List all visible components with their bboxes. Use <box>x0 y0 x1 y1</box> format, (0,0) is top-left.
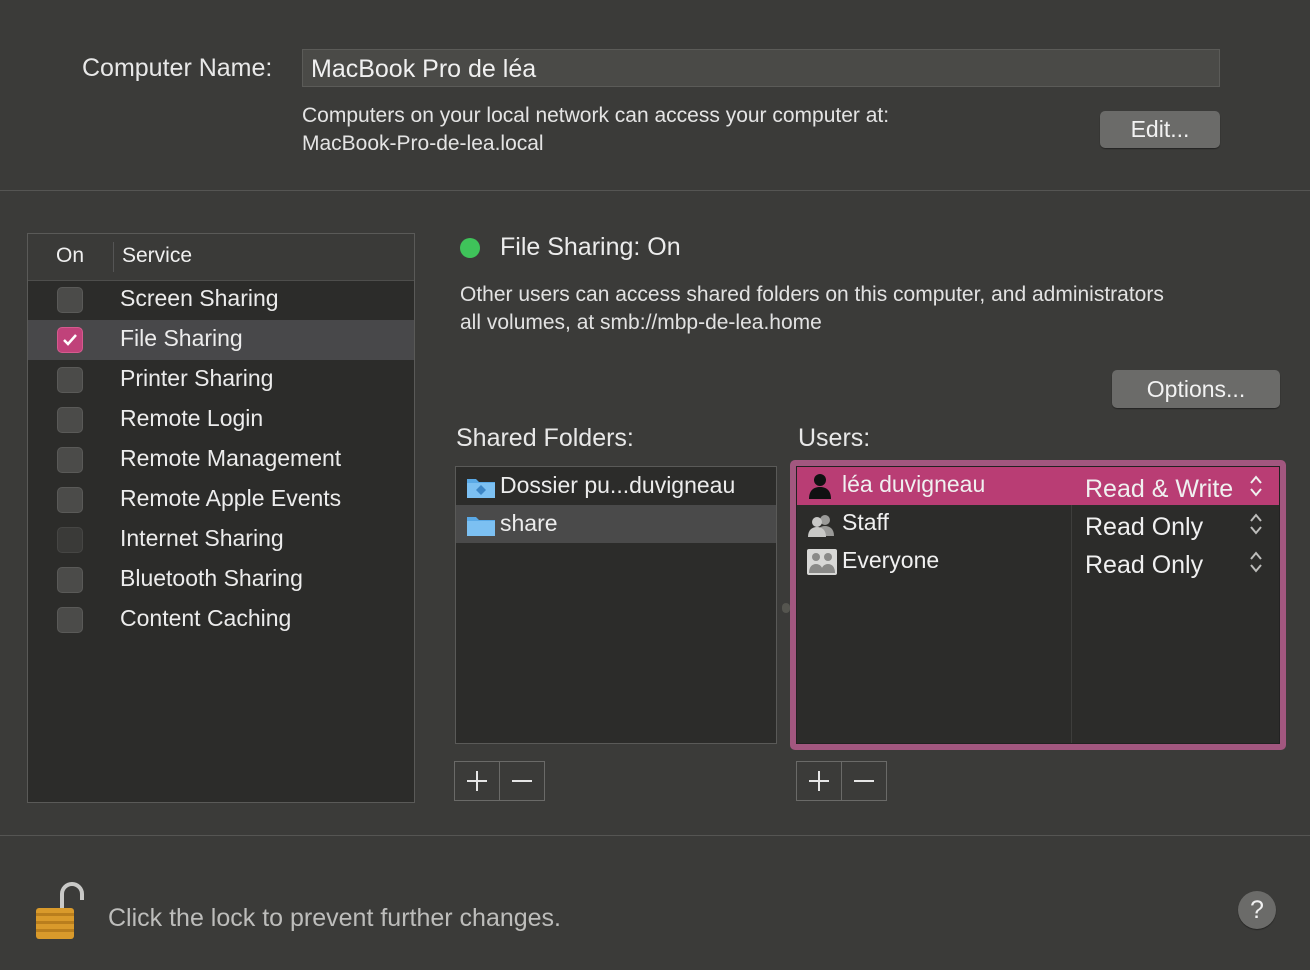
computer-name-field[interactable]: MacBook Pro de léa <box>302 49 1220 87</box>
users-list[interactable]: léa duvigneau Read & Write Staff Read On… <box>790 460 1286 750</box>
service-row[interactable]: Remote Management <box>28 440 414 480</box>
column-header-on[interactable]: On <box>56 244 84 268</box>
service-row[interactable]: File Sharing <box>28 320 414 360</box>
service-name: Screen Sharing <box>120 285 279 311</box>
service-checkbox[interactable] <box>57 607 83 633</box>
plus-icon <box>467 771 487 791</box>
shared-folder-row[interactable]: Dossier pu...duvigneau <box>456 467 776 505</box>
status-description-line1: Other users can access shared folders on… <box>460 283 1164 306</box>
user-icon <box>809 474 831 499</box>
split-handle[interactable] <box>782 603 790 613</box>
everyone-icon <box>807 549 837 575</box>
users-table: léa duvigneau Read & Write Staff Read On… <box>796 466 1280 744</box>
network-text-line2: MacBook-Pro-de-lea.local <box>302 132 544 155</box>
service-row[interactable]: Screen Sharing <box>28 280 414 320</box>
minus-icon <box>512 780 532 782</box>
shared-folders-list[interactable]: Dossier pu...duvigneau share <box>455 466 777 744</box>
options-button[interactable]: Options... <box>1112 370 1280 408</box>
user-add-remove-control <box>796 761 887 801</box>
minus-icon <box>854 780 874 782</box>
users-label: Users: <box>798 424 871 452</box>
service-checkbox[interactable] <box>57 367 83 393</box>
folder-icon <box>467 517 495 536</box>
help-button[interactable]: ? <box>1238 891 1276 929</box>
service-checkbox[interactable] <box>57 327 83 353</box>
user-row[interactable]: Staff Read Only <box>797 505 1279 543</box>
folder-add-remove-control <box>454 761 545 801</box>
service-checkbox[interactable] <box>57 447 83 473</box>
column-header-service[interactable]: Service <box>122 244 192 268</box>
permission-popup[interactable]: Read Only <box>1085 551 1203 580</box>
service-row[interactable]: Remote Login <box>28 400 414 440</box>
shared-folder-name: share <box>500 510 558 536</box>
shared-folder-row[interactable]: share <box>456 505 776 543</box>
group-icon <box>808 515 834 537</box>
permission-popup[interactable]: Read Only <box>1085 513 1203 542</box>
service-name: Remote Management <box>120 445 342 471</box>
status-description-line2: all volumes, at smb://mbp-de-lea.home <box>460 311 822 334</box>
user-name: Everyone <box>842 547 940 573</box>
service-row[interactable]: Remote Apple Events <box>28 480 414 520</box>
add-folder-button[interactable] <box>455 762 499 800</box>
status-indicator-icon <box>460 238 480 258</box>
user-row[interactable]: Everyone Read Only <box>797 543 1279 581</box>
service-checkbox[interactable] <box>57 527 83 553</box>
network-text-line1: Computers on your local network can acce… <box>302 104 890 127</box>
user-name: Staff <box>842 509 889 535</box>
user-name: léa duvigneau <box>842 471 986 497</box>
permission-popup[interactable]: Read & Write <box>1085 475 1233 504</box>
column-divider <box>113 242 114 272</box>
service-list-header: On Service <box>28 234 414 281</box>
service-checkbox[interactable] <box>57 407 83 433</box>
service-name: File Sharing <box>120 325 243 351</box>
chevron-updown-icon[interactable] <box>1249 473 1263 499</box>
service-checkbox[interactable] <box>57 487 83 513</box>
divider <box>0 190 1310 191</box>
shared-folders-label: Shared Folders: <box>456 424 634 452</box>
lock-message: Click the lock to prevent further change… <box>108 904 562 932</box>
service-row[interactable]: Internet Sharing <box>28 520 414 560</box>
user-row[interactable]: léa duvigneau Read & Write <box>797 467 1279 505</box>
service-list[interactable]: On Service Screen Sharing File Sharing Pri… <box>27 233 415 803</box>
service-name: Internet Sharing <box>120 525 284 551</box>
service-name: Bluetooth Sharing <box>120 565 303 591</box>
service-row[interactable]: Content Caching <box>28 600 414 640</box>
public-folder-icon <box>467 479 495 498</box>
service-name: Printer Sharing <box>120 365 274 391</box>
service-row[interactable]: Bluetooth Sharing <box>28 560 414 600</box>
service-name: Remote Login <box>120 405 264 431</box>
network-address-text: Computers on your local network can acce… <box>302 102 889 158</box>
service-checkbox[interactable] <box>57 287 83 313</box>
chevron-updown-icon[interactable] <box>1249 549 1263 575</box>
add-user-button[interactable] <box>797 762 841 800</box>
remove-folder-button[interactable] <box>499 762 544 800</box>
edit-button[interactable]: Edit... <box>1100 111 1220 148</box>
chevron-updown-icon[interactable] <box>1249 511 1263 537</box>
shared-folder-name: Dossier pu...duvigneau <box>500 472 736 498</box>
service-row[interactable]: Printer Sharing <box>28 360 414 400</box>
service-name: Remote Apple Events <box>120 485 342 511</box>
computer-name-label: Computer Name: <box>82 54 273 82</box>
remove-user-button[interactable] <box>841 762 886 800</box>
checkmark-icon <box>63 334 77 346</box>
service-checkbox[interactable] <box>57 567 83 593</box>
status-description: Other users can access shared folders on… <box>460 281 1164 337</box>
plus-icon <box>809 771 829 791</box>
divider <box>0 835 1310 836</box>
status-title: File Sharing: On <box>500 233 681 261</box>
lock-open-icon[interactable] <box>34 880 84 942</box>
service-name: Content Caching <box>120 605 292 631</box>
